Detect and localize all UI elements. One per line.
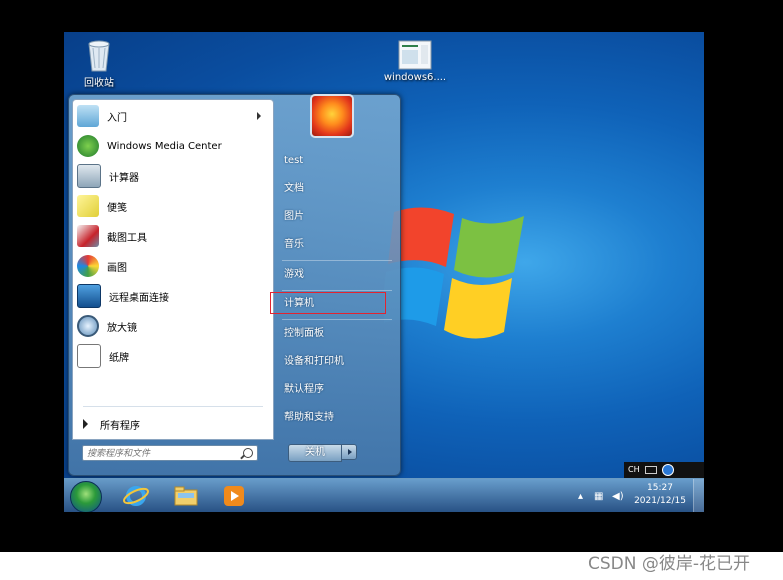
divider	[83, 406, 263, 407]
start-button[interactable]	[70, 481, 102, 512]
program-item-sticky-notes[interactable]: 便笺	[77, 192, 267, 220]
program-item-remote-desktop[interactable]: 远程桌面连接	[77, 282, 267, 310]
program-label: 放大镜	[107, 322, 137, 334]
desktop-icon-label: 回收站	[84, 78, 114, 89]
shutdown-label: 关机	[305, 447, 325, 458]
triangle-right-icon	[83, 419, 88, 429]
places-item-help-support[interactable]: 帮助和支持	[284, 407, 394, 429]
internet-explorer-icon[interactable]	[122, 482, 150, 510]
snipping-tool-icon	[77, 225, 99, 247]
program-item-solitaire[interactable]: 纸牌	[77, 342, 267, 370]
places-label: 音乐	[284, 239, 304, 250]
program-label: 纸牌	[109, 352, 129, 364]
program-label: 远程桌面连接	[109, 292, 169, 304]
solitaire-icon	[77, 344, 101, 368]
show-desktop-button[interactable]	[693, 479, 704, 512]
remote-desktop-icon	[77, 284, 101, 308]
shutdown-options-button[interactable]	[341, 444, 357, 460]
program-item-calculator[interactable]: 计算器	[77, 162, 267, 190]
keyboard-icon	[644, 466, 657, 474]
network-icon[interactable]: ▦	[594, 491, 603, 502]
program-item-getting-started[interactable]: 入门	[77, 102, 267, 130]
user-avatar[interactable]	[310, 94, 354, 138]
all-programs-item[interactable]: 所有程序	[72, 409, 274, 440]
watermark: CSDN @彼岸-花已开	[588, 554, 751, 574]
help-icon[interactable]	[661, 464, 674, 476]
desktop[interactable]: 回收站 windows6.... 入门 Windows Media Center…	[64, 32, 704, 512]
search-input[interactable]: 搜索程序和文件	[82, 445, 258, 461]
submenu-arrow-icon	[257, 112, 261, 120]
places-item-games[interactable]: 游戏	[284, 264, 394, 286]
shutdown-button[interactable]: 关机	[288, 444, 342, 462]
language-label: CH	[628, 465, 640, 474]
clock-date: 2021/12/15	[634, 496, 686, 506]
search-icon[interactable]	[243, 448, 253, 458]
program-label: 计算器	[109, 172, 139, 184]
clock-time: 15:27	[647, 483, 673, 493]
places-label: 控制面板	[284, 328, 324, 339]
windows-logo	[384, 207, 524, 339]
calculator-icon	[77, 164, 101, 188]
document-icon	[398, 40, 432, 70]
start-menu: 入门 Windows Media Center 计算器 便笺 截图工具 画图 远…	[68, 94, 401, 476]
start-menu-places-pane: test 文档 图片 音乐 游戏 计算机 控制面板 设备和打印机 默认程序 帮助…	[270, 94, 398, 475]
clock[interactable]: 15:27 2021/12/15	[630, 482, 690, 508]
program-label: 便笺	[107, 202, 127, 214]
volume-icon[interactable]: ◀)	[612, 491, 624, 502]
program-label: 入门	[107, 112, 127, 124]
media-player-icon[interactable]	[220, 482, 248, 510]
program-label: Windows Media Center	[107, 140, 222, 152]
places-item-music[interactable]: 音乐	[284, 234, 394, 256]
vm-screen: 回收站 windows6.... 入门 Windows Media Center…	[0, 0, 783, 552]
places-label: 帮助和支持	[284, 412, 334, 423]
places-item-user[interactable]: test	[284, 150, 394, 172]
media-center-icon	[77, 135, 99, 157]
places-item-control-panel[interactable]: 控制面板	[284, 323, 394, 345]
places-label: 默认程序	[284, 384, 324, 395]
program-item-paint[interactable]: 画图	[77, 252, 267, 280]
program-label: 画图	[107, 262, 127, 274]
places-label: 文档	[284, 183, 304, 194]
program-item-media-center[interactable]: Windows Media Center	[77, 132, 267, 160]
desktop-icon-recycle-bin[interactable]: 回收站	[64, 38, 134, 89]
language-bar[interactable]: CH	[624, 462, 704, 478]
places-item-documents[interactable]: 文档	[284, 178, 394, 200]
all-programs-label: 所有程序	[100, 420, 140, 432]
divider	[282, 319, 392, 320]
start-menu-programs-pane: 入门 Windows Media Center 计算器 便笺 截图工具 画图 远…	[72, 99, 274, 411]
divider	[282, 290, 392, 291]
program-label: 截图工具	[107, 232, 147, 244]
file-explorer-icon[interactable]	[172, 482, 200, 510]
sticky-notes-icon	[77, 195, 99, 217]
places-label: 图片	[284, 211, 304, 222]
places-label: test	[284, 155, 304, 166]
program-item-magnifier[interactable]: 放大镜	[77, 312, 267, 340]
getting-started-icon	[77, 105, 99, 127]
program-item-snipping-tool[interactable]: 截图工具	[77, 222, 267, 250]
recycle-bin-icon	[86, 38, 112, 72]
places-item-pictures[interactable]: 图片	[284, 206, 394, 228]
places-label: 游戏	[284, 269, 304, 280]
places-item-default-programs[interactable]: 默认程序	[284, 379, 394, 401]
tray-up-arrow-icon[interactable]: ▴	[578, 491, 583, 502]
taskbar: ▴ ▦ ◀) 15:27 2021/12/15	[64, 478, 704, 512]
desktop-icon-label: windows6....	[383, 72, 447, 83]
paint-icon	[77, 255, 99, 277]
divider	[282, 260, 392, 261]
desktop-icon-document[interactable]: windows6....	[380, 40, 450, 83]
magnifier-icon	[77, 315, 99, 337]
highlight-annotation-box	[270, 292, 386, 314]
places-label: 设备和打印机	[284, 356, 344, 367]
places-item-devices-printers[interactable]: 设备和打印机	[284, 351, 394, 373]
search-placeholder: 搜索程序和文件	[87, 449, 151, 459]
